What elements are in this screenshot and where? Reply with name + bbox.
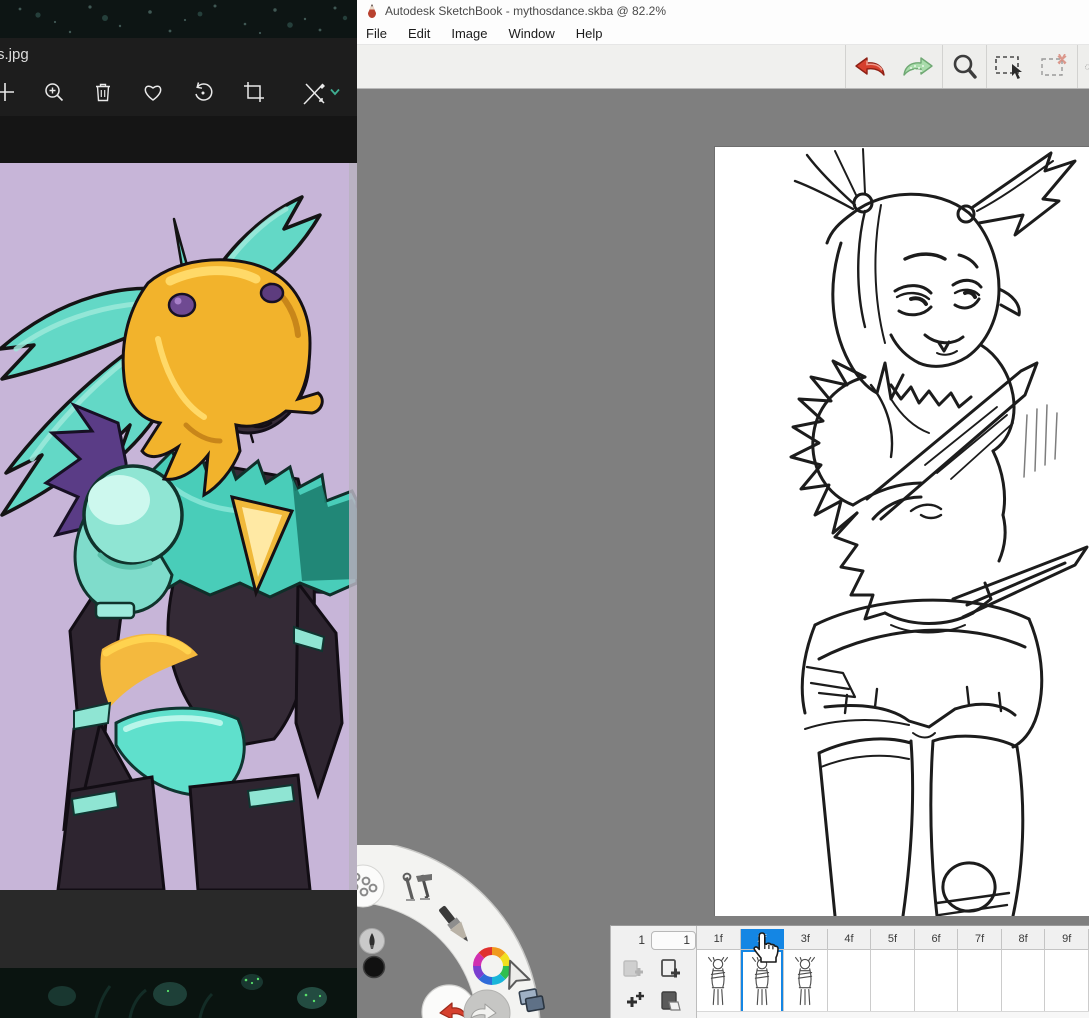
current-frame-label: 1 — [611, 933, 645, 947]
frame-header-5f[interactable]: 5f — [871, 929, 915, 949]
photos-toolbar — [0, 70, 357, 116]
frame-header-7f[interactable]: 7f — [958, 929, 1002, 949]
photo-main-image[interactable] — [0, 163, 357, 890]
photos-window-title: s.jpg — [0, 46, 29, 63]
sketchbook-toolbar — [357, 45, 1089, 89]
frame-header-8f[interactable]: 8f — [1002, 929, 1046, 949]
sketchbook-menubar: File Edit Image Window Help — [357, 22, 1089, 45]
lagoon-wheel[interactable] — [340, 845, 575, 1018]
photos-scroll-edge[interactable] — [349, 163, 357, 890]
favorite-icon[interactable] — [142, 81, 164, 103]
zoom-magnifier-icon[interactable] — [943, 45, 987, 88]
duplicate-frame-button[interactable] — [619, 956, 647, 984]
add-icon[interactable] — [0, 81, 16, 103]
add-frame-button[interactable] — [657, 956, 685, 984]
copy-frame-button[interactable] — [657, 988, 685, 1016]
redo-arrow-icon[interactable] — [894, 45, 942, 88]
frame-cell-9f[interactable] — [1045, 949, 1089, 1014]
frame-column-9f[interactable]: 9f — [1045, 926, 1089, 1014]
frame-cell-1f[interactable] — [697, 949, 741, 1014]
menu-image[interactable]: Image — [451, 26, 487, 41]
add-frames-button[interactable] — [619, 988, 647, 1016]
frame-column-4f[interactable]: 4f — [828, 926, 872, 1014]
frame-column-8f[interactable]: 8f — [1002, 926, 1046, 1014]
menu-edit[interactable]: Edit — [408, 26, 430, 41]
frame-header-9f[interactable]: 9f — [1045, 929, 1089, 949]
frame-cell-5f[interactable] — [871, 949, 915, 1014]
sketch-drawing — [715, 147, 1089, 916]
rotate-icon[interactable] — [192, 81, 214, 103]
frame-cell-3f[interactable] — [784, 949, 828, 1014]
crop-icon[interactable] — [243, 81, 265, 103]
frame-header-3f[interactable]: 3f — [784, 929, 828, 949]
timeline-scrollbar[interactable] — [697, 1011, 1089, 1018]
sketchbook-app-icon — [365, 3, 379, 19]
frame-header-6f[interactable]: 6f — [915, 929, 959, 949]
frame-cell-8f[interactable] — [1002, 949, 1046, 1014]
sketchbook-titlebar: Autodesk SketchBook - mythosdance.skba @… — [357, 0, 1089, 22]
frame-header-1f[interactable]: 1f — [697, 929, 741, 949]
photos-window: s.jpg — [0, 0, 357, 1018]
frame-cell-7f[interactable] — [958, 949, 1002, 1014]
frame-cell-6f[interactable] — [915, 949, 959, 1014]
photos-background — [0, 116, 357, 163]
frame-cell-4f[interactable] — [828, 949, 872, 1014]
frame-column-1f[interactable]: 1f — [697, 926, 741, 1014]
hand-cursor — [751, 931, 781, 965]
screen: Autodesk SketchBook - mythosdance.skba @… — [0, 0, 1089, 1018]
photos-titlebar: s.jpg — [0, 38, 357, 70]
frame-header-4f[interactable]: 4f — [828, 929, 872, 949]
drawing-canvas[interactable] — [714, 146, 1089, 916]
delete-icon[interactable] — [92, 81, 114, 103]
frame-field[interactable]: 1 — [651, 931, 696, 950]
motion-lines — [1024, 405, 1057, 477]
photo-strip-top[interactable] — [0, 0, 357, 38]
frame-column-3f[interactable]: 3f — [784, 926, 828, 1014]
frame-column-5f[interactable]: 5f — [871, 926, 915, 1014]
sketchbook-window-title: Autodesk SketchBook - mythosdance.skba @… — [385, 4, 666, 18]
menu-window[interactable]: Window — [509, 26, 555, 41]
edit-create-icon[interactable] — [302, 81, 328, 105]
select-marquee-icon[interactable] — [987, 45, 1033, 88]
frame-column-7f[interactable]: 7f — [958, 926, 1002, 1014]
menu-help[interactable]: Help — [576, 26, 603, 41]
ellipse-select-icon[interactable] — [1078, 45, 1089, 88]
photos-letterbox — [0, 890, 357, 968]
brush-puck[interactable] — [360, 929, 385, 954]
color-swatch-black[interactable] — [364, 957, 385, 978]
zoom-in-icon[interactable] — [43, 81, 65, 103]
menu-file[interactable]: File — [366, 26, 387, 41]
flipbook-controls: 1 1 — [611, 926, 697, 1018]
edit-create-dropdown-icon[interactable] — [329, 87, 341, 97]
deselect-marquee-icon[interactable] — [1033, 45, 1077, 88]
frame-column-6f[interactable]: 6f — [915, 926, 959, 1014]
undo-arrow-icon[interactable] — [846, 45, 894, 88]
photo-strip-bottom[interactable] — [0, 968, 357, 1018]
flipbook-timeline: 1 1 — [610, 925, 1089, 1018]
